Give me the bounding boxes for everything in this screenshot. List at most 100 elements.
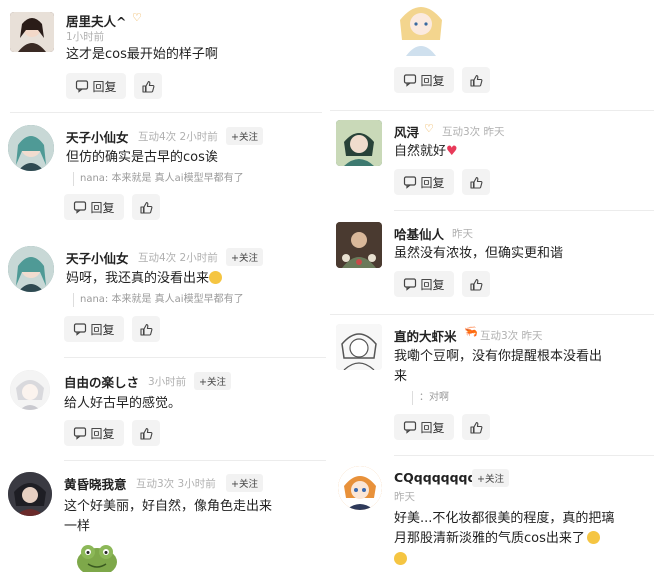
avatar[interactable] xyxy=(338,466,382,510)
comment-text: 这才是cos最开始的样子啊 xyxy=(66,47,218,62)
avatar[interactable] xyxy=(8,125,54,171)
follow-button[interactable]: +关注 xyxy=(226,127,263,145)
divider xyxy=(64,357,326,358)
comment-meta: 互动4次 2小时前 xyxy=(138,252,218,264)
shrimp-badge-icon: 🦐 xyxy=(464,325,478,338)
like-button[interactable] xyxy=(132,420,160,446)
reply-label: 回复 xyxy=(420,420,445,435)
comment-text-line: 月那股清新淡雅的气质cos出来了 xyxy=(394,528,600,550)
avatar[interactable] xyxy=(10,370,50,410)
like-button[interactable] xyxy=(134,73,162,99)
avatar[interactable] xyxy=(8,472,52,516)
follow-button[interactable]: +关注 xyxy=(226,474,263,492)
comment-icon xyxy=(74,201,87,214)
divider xyxy=(330,314,654,315)
username[interactable]: 自由の楽しさ xyxy=(64,372,139,391)
reply-button[interactable]: 回复 xyxy=(64,420,124,446)
reply-label: 回复 xyxy=(92,79,117,94)
reply-button[interactable]: 回复 xyxy=(394,414,454,440)
divider xyxy=(394,455,654,456)
reply-label: 回复 xyxy=(420,277,445,292)
thumbs-up-icon xyxy=(139,323,152,336)
thumbs-up-icon xyxy=(139,427,152,440)
comment-icon xyxy=(76,80,89,93)
divider xyxy=(394,210,654,211)
like-button[interactable] xyxy=(462,414,490,440)
reply-button[interactable]: 回复 xyxy=(64,194,124,220)
comment-icon xyxy=(74,427,87,440)
username[interactable]: 居里夫人^ xyxy=(66,11,126,30)
comment-meta: 3小时前 xyxy=(148,376,187,388)
avatar-image xyxy=(10,370,50,410)
quoted-reply: nana: 本来就是 真人ai模型早都有了 xyxy=(73,172,244,186)
thumbs-up-icon xyxy=(469,421,482,434)
comment-meta: 互动3次 3小时前 xyxy=(136,478,216,490)
frog-sticker-icon xyxy=(77,545,117,572)
comment-time: 1小时前 xyxy=(66,31,105,43)
thumbs-up-icon xyxy=(141,80,154,93)
comment-text: 但仿的确实是古早的cos诶 xyxy=(66,150,218,165)
comment-text: 自然就好♥ xyxy=(394,141,458,163)
follow-button[interactable]: +关注 xyxy=(194,372,231,390)
username[interactable]: 直的大虾米 xyxy=(394,326,457,345)
reply-button[interactable]: 回复 xyxy=(66,73,126,99)
avatar-image xyxy=(10,12,54,52)
comment-meta: 昨天 xyxy=(394,491,415,503)
follow-button[interactable]: +关注 xyxy=(226,248,263,266)
badge-icon: ♡ xyxy=(132,11,142,24)
like-button[interactable] xyxy=(132,194,160,220)
comment-icon xyxy=(404,74,417,87)
avatar-image xyxy=(336,324,382,370)
thumbs-up-icon xyxy=(139,201,152,214)
username[interactable]: 风浔 xyxy=(394,122,419,141)
comment-icon xyxy=(404,176,417,189)
comment-column-left: 居里夫人^ ♡ 1小时前 这才是cos最开始的样子啊 回复 天子小仙女 互动4次… xyxy=(0,0,330,572)
character-image xyxy=(392,0,450,56)
comment-icon xyxy=(404,278,417,291)
comment-icon xyxy=(74,323,87,336)
comment-meta: 互动4次 2小时前 xyxy=(138,131,218,143)
like-button[interactable] xyxy=(462,271,490,297)
like-button[interactable] xyxy=(132,316,160,342)
like-button[interactable] xyxy=(462,67,490,93)
comment-meta: 互动3次 昨天 xyxy=(442,126,505,138)
username[interactable]: 天子小仙女 xyxy=(66,127,129,146)
like-button[interactable] xyxy=(462,169,490,195)
comment-image[interactable] xyxy=(392,0,450,56)
username[interactable]: CQqqqqqqq xyxy=(394,470,476,485)
username[interactable]: 天子小仙女 xyxy=(66,248,129,267)
divider xyxy=(330,110,654,111)
avatar-image xyxy=(336,120,382,166)
reply-button[interactable]: 回复 xyxy=(394,169,454,195)
thumbs-up-icon xyxy=(469,278,482,291)
reply-label: 回复 xyxy=(90,322,115,337)
quoted-reply: nana: 本来就是 真人ai模型早都有了 xyxy=(73,293,244,307)
username[interactable]: 黄昏晓我意 xyxy=(64,474,127,493)
thumbs-up-icon xyxy=(469,74,482,87)
follow-button[interactable]: +关注 xyxy=(472,469,509,487)
avatar[interactable] xyxy=(336,324,382,370)
reply-button[interactable]: 回复 xyxy=(394,271,454,297)
comment-text-line: 这个好美丽，好自然，像角色走出来 xyxy=(64,499,273,514)
comment-column-right: 回复 风浔 ♡ 互动3次 昨天 自然就好♥ 回复 哈基仙人 昨天 虽然没有浓妆，… xyxy=(330,0,654,572)
comment-text-line: 一样 xyxy=(64,519,91,534)
reply-button[interactable]: 回复 xyxy=(394,67,454,93)
avatar[interactable] xyxy=(10,12,54,52)
reply-button[interactable]: 回复 xyxy=(64,316,124,342)
reply-label: 回复 xyxy=(420,175,445,190)
teary-emoji-icon xyxy=(394,552,407,565)
comment-text: 妈呀，我还真的没看出来 xyxy=(66,268,223,290)
comment-icon xyxy=(404,421,417,434)
comment-text-line: 我嘞个豆啊，没有你提醒根本没看出 xyxy=(394,349,603,364)
avatar[interactable] xyxy=(8,246,54,292)
comment-text-content: 妈呀，我还真的没看出来 xyxy=(66,271,210,286)
reply-label: 回复 xyxy=(90,426,115,441)
comment-text-content: 自然就好 xyxy=(394,144,447,159)
avatar[interactable] xyxy=(336,120,382,166)
avatar-image xyxy=(8,125,54,171)
divider xyxy=(10,112,322,113)
avatar[interactable] xyxy=(336,222,382,268)
avatar-image xyxy=(8,472,52,516)
username[interactable]: 哈基仙人 xyxy=(394,224,444,243)
comment-meta: 昨天 xyxy=(452,228,473,240)
